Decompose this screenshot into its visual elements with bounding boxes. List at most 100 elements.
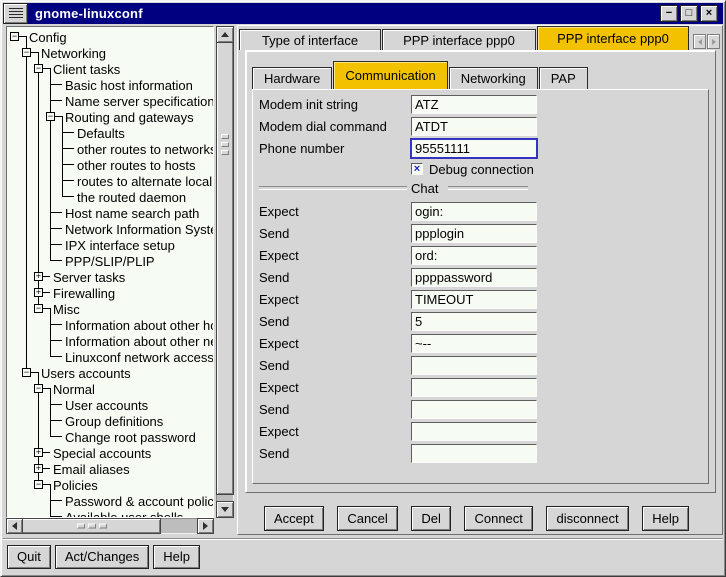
tree-item[interactable]: Misc [7,301,213,317]
tree-expander-expanded-icon[interactable] [22,48,31,57]
send-input[interactable] [411,268,537,287]
debug-connection-checkbox[interactable] [411,163,423,175]
tree-line [26,173,27,189]
send-input[interactable] [411,312,537,331]
tree-expander-collapsed-icon[interactable] [34,464,43,473]
tree-item[interactable]: Network Information System [7,221,213,237]
tree-item[interactable]: Networking [7,45,213,61]
send-input[interactable] [411,444,537,463]
tree-item[interactable]: Information about other hosts [7,317,213,333]
tree-vertical-scrollbar-thumb[interactable] [216,41,234,495]
tree-line [50,228,62,229]
tree-item[interactable]: the routed daemon [7,189,213,205]
connect-button[interactable]: Connect [464,506,532,531]
tab-scroll-right-button[interactable] [707,34,720,49]
scroll-left-button[interactable] [6,518,23,534]
tree-expander-expanded-icon[interactable] [34,480,43,489]
tree-item[interactable]: Change root password [7,429,213,445]
scroll-down-button[interactable] [216,501,234,518]
expect-row: Expect [253,376,708,398]
tree-expander-expanded-icon[interactable] [34,384,43,393]
tree-line [50,500,62,501]
tree-item[interactable]: Users accounts [7,365,213,381]
tree-line [26,141,27,157]
tree-item[interactable]: Email aliases [7,461,213,477]
tree-expander-expanded-icon[interactable] [46,112,55,121]
expect-input[interactable] [411,202,537,221]
tree-item[interactable]: Server tasks [7,269,213,285]
scroll-right-button[interactable] [197,518,214,534]
tree-item[interactable]: Normal [7,381,213,397]
tab-scroll-left-button[interactable] [693,34,706,49]
tab-ppp-interface-ppp0[interactable]: PPP interface ppp0 [382,29,536,50]
tree-expander-expanded-icon[interactable] [10,32,19,41]
tree-item[interactable]: Basic host information [7,77,213,93]
tree-item[interactable]: IPX interface setup [7,237,213,253]
tree-expander-collapsed-icon[interactable] [34,288,43,297]
tree-line [38,253,39,269]
help-button[interactable]: Help [153,545,200,569]
tree-line [50,356,62,357]
tree-item[interactable]: other routes to networks [7,141,213,157]
tree-item[interactable]: Linuxconf network access [7,349,213,365]
send-input[interactable] [411,400,537,419]
expect-input[interactable] [411,422,537,441]
act-changes-button[interactable]: Act/Changes [55,545,149,569]
expect-input[interactable] [411,290,537,309]
tab-communication[interactable]: Communication [333,61,447,89]
tree-item[interactable]: Client tasks [7,61,213,77]
minimize-button[interactable]: − [660,5,678,22]
tree-expander-collapsed-icon[interactable] [34,448,43,457]
tree-line [38,397,39,413]
modem-init-string-input[interactable] [411,95,537,114]
tree-item[interactable]: other routes to hosts [7,157,213,173]
tree-line [62,116,63,125]
accept-button[interactable]: Accept [264,506,324,531]
send-input[interactable] [411,356,537,375]
quit-button[interactable]: Quit [7,545,51,569]
window-menu-button[interactable] [3,3,28,24]
tree-item[interactable]: Special accounts [7,445,213,461]
tree-item[interactable]: Name server specification (D [7,93,213,109]
disconnect-button[interactable]: disconnect [546,506,628,531]
tree-item[interactable]: Password & account policie [7,493,213,509]
tree-line [26,157,27,173]
expect-input[interactable] [411,246,537,265]
expect-input[interactable] [411,378,537,397]
tree-item[interactable]: PPP/SLIP/PLIP [7,253,213,269]
tab-networking[interactable]: Networking [449,67,538,89]
del-button[interactable]: Del [411,506,451,531]
scroll-up-button[interactable] [216,26,234,43]
tree-expander-expanded-icon[interactable] [34,64,43,73]
tree-line [26,253,27,269]
send-input[interactable] [411,224,537,243]
tab-pap[interactable]: PAP [539,67,588,89]
tree-expander-expanded-icon[interactable] [22,368,31,377]
tree-item[interactable]: Defaults [7,125,213,141]
tree-item[interactable]: Config [7,29,213,45]
tree-line [26,237,27,253]
tree-item[interactable]: Available user shells [7,509,213,518]
tab-type-of-interface[interactable]: Type of interface [239,29,381,50]
tree-item[interactable]: Policies [7,477,213,493]
tree-horizontal-scrollbar-thumb[interactable] [21,518,161,534]
tab-hardware[interactable]: Hardware [252,67,332,89]
expect-input[interactable] [411,334,537,353]
tree-item[interactable]: Host name search path [7,205,213,221]
tree-item[interactable]: Firewalling [7,285,213,301]
tree-item[interactable]: routes to alternate local ne [7,173,213,189]
tree-item[interactable]: Information about other netw [7,333,213,349]
close-button[interactable]: × [700,5,718,22]
tree-expander-expanded-icon[interactable] [34,304,43,313]
tree-line [50,205,51,221]
modem-dial-command-input[interactable] [411,117,537,136]
tree-item[interactable]: Group definitions [7,413,213,429]
tab-ppp-interface-ppp0[interactable]: PPP interface ppp0 [537,26,689,50]
tree-item[interactable]: Routing and gateways [7,109,213,125]
maximize-button[interactable]: □ [680,5,698,22]
tree-expander-collapsed-icon[interactable] [34,272,43,281]
cancel-button[interactable]: Cancel [337,506,397,531]
tree-item[interactable]: User accounts [7,397,213,413]
phone-number-input[interactable] [411,139,537,158]
help-button[interactable]: Help [642,506,689,531]
